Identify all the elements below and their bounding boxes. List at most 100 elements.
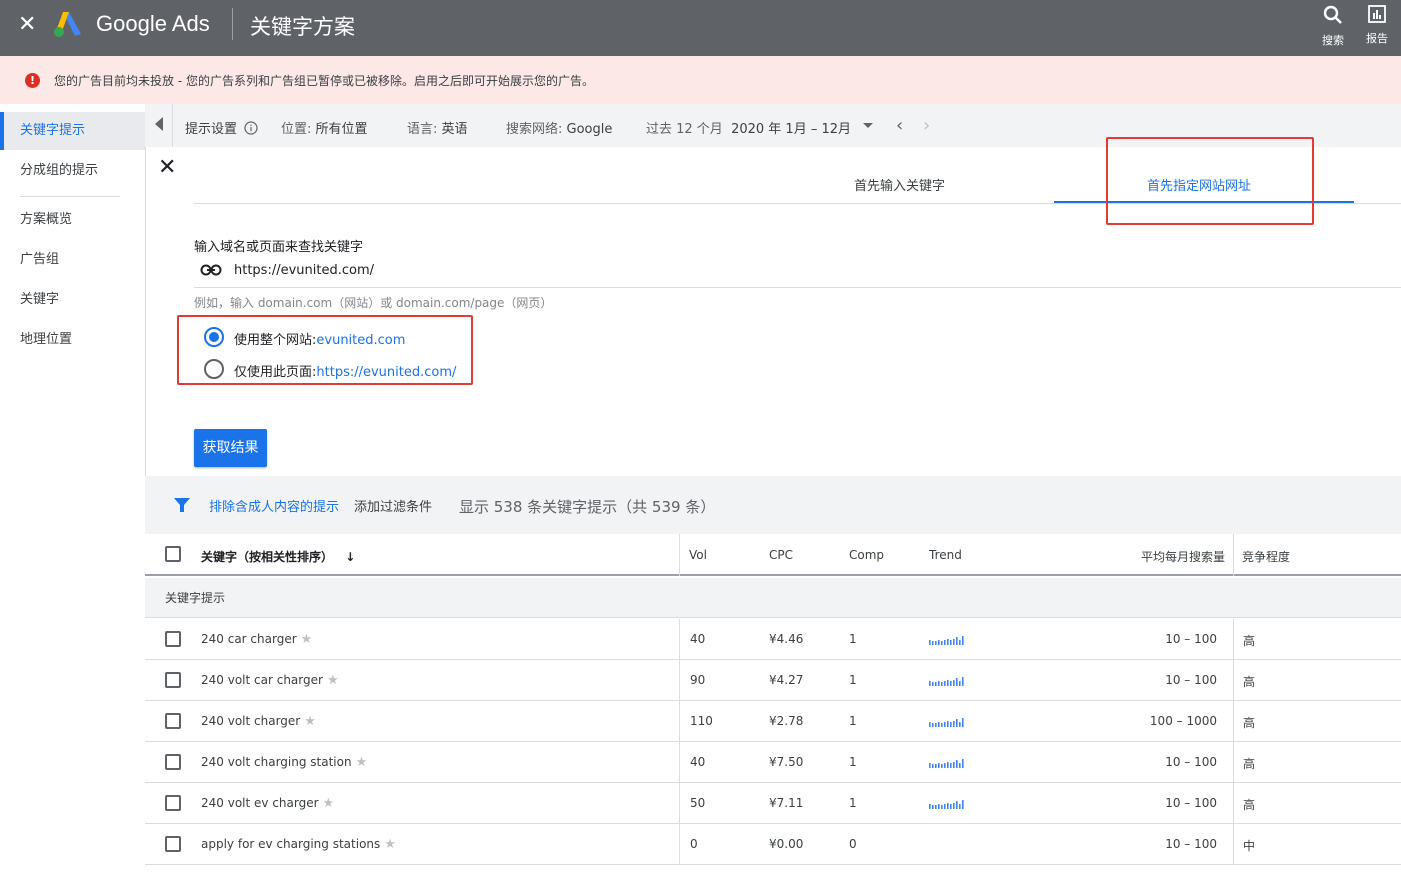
table-row[interactable]: 240 volt charger ★ 110 ¥2.78 1 100 – 1000… (145, 701, 1401, 742)
vol-cell: 50 (690, 796, 706, 810)
vol-cell: 110 (690, 714, 713, 728)
network-filter[interactable]: 搜索网络: Google (506, 118, 612, 137)
google-ads-logo (54, 12, 81, 37)
radio-whole-site-label[interactable]: 使用整个网站:evunited.com (234, 329, 405, 348)
report-button[interactable]: 报告 (1357, 4, 1397, 46)
chevron-down-icon[interactable] (863, 123, 873, 128)
row-checkbox[interactable] (165, 754, 181, 770)
tab-keywords-first[interactable]: 首先输入关键字 (854, 175, 945, 194)
sort-arrow-icon: ↓ (345, 550, 356, 564)
cpc-cell: ¥4.27 (769, 673, 804, 687)
radio-this-page[interactable] (204, 359, 224, 379)
settings-label[interactable]: 提示设置 (185, 118, 258, 137)
radio-whole-site[interactable] (204, 327, 224, 347)
column-divider (679, 824, 680, 865)
trend-bar (947, 639, 949, 645)
table-row[interactable]: 240 volt car charger ★ 90 ¥4.27 1 10 – 10… (145, 660, 1401, 701)
column-divider (1233, 619, 1234, 660)
radio-this-page-label[interactable]: 仅使用此页面:https://evunited.com/ (234, 361, 456, 380)
row-checkbox[interactable] (165, 672, 181, 688)
avg-monthly-cell: 10 – 100 (1165, 632, 1217, 646)
star-icon[interactable]: ★ (304, 714, 316, 729)
trend-bar (929, 804, 931, 809)
url-input[interactable]: https://evunited.com/ (194, 253, 1401, 288)
row-checkbox[interactable] (165, 795, 181, 811)
table-row[interactable]: apply for ev charging stations ★ 0 ¥0.00 … (145, 824, 1401, 865)
sidebar-item-locations[interactable]: 地理位置 (0, 321, 145, 359)
trend-bar (944, 763, 946, 768)
language-filter[interactable]: 语言: 英语 (407, 118, 468, 137)
collapse-sidebar-button[interactable] (145, 104, 173, 147)
competition-cell: 中 (1243, 839, 1256, 853)
trend-bar (962, 759, 964, 768)
trend-bar (938, 681, 940, 686)
trend-bar (950, 640, 952, 645)
trend-bar (935, 764, 937, 768)
trend-bar (941, 805, 943, 809)
star-icon[interactable]: ★ (301, 632, 313, 647)
star-icon[interactable]: ★ (384, 837, 396, 852)
add-filter-button[interactable]: 添加过滤条件 (354, 496, 432, 515)
column-divider (1233, 701, 1234, 742)
sidebar-divider (20, 196, 120, 197)
location-filter[interactable]: 位置: 所有位置 (281, 118, 368, 137)
column-cpc[interactable]: CPC (769, 548, 793, 562)
header-divider (232, 8, 233, 40)
sidebar-item-keyword-ideas[interactable]: 关键字提示 (0, 112, 145, 150)
trend-bar (947, 721, 949, 727)
trend-bar (935, 641, 937, 645)
sidebar-item-keywords[interactable]: 关键字 (0, 281, 145, 319)
trend-bar (947, 762, 949, 768)
trend-bar (947, 680, 949, 686)
trend-bar (953, 803, 955, 809)
search-button[interactable]: 搜索 (1313, 4, 1353, 48)
trend-bar (938, 763, 940, 768)
date-range-filter[interactable]: 过去 12 个月 2020 年 1月 – 12月 (646, 118, 851, 137)
select-all-checkbox[interactable] (165, 546, 181, 562)
row-checkbox[interactable] (165, 631, 181, 647)
trend-bar (962, 636, 964, 645)
row-checkbox[interactable] (165, 836, 181, 852)
row-checkbox[interactable] (165, 713, 181, 729)
column-competition[interactable]: 竞争程度 (1242, 548, 1290, 565)
trend-bar (956, 801, 958, 809)
trend-bar (959, 681, 961, 686)
star-icon[interactable]: ★ (327, 673, 339, 688)
trend-sparkline (929, 759, 964, 768)
column-divider (679, 701, 680, 742)
column-avg-monthly[interactable]: 平均每月搜索量 (1141, 548, 1225, 565)
sidebar-item-plan-overview[interactable]: 方案概览 (0, 201, 145, 239)
trend-sparkline (929, 718, 964, 727)
trend-bar (962, 800, 964, 809)
table-row[interactable]: 240 volt charging station ★ 40 ¥7.50 1 10… (145, 742, 1401, 783)
trend-sparkline (929, 800, 964, 809)
column-trend[interactable]: Trend (929, 548, 962, 562)
next-period-icon[interactable]: › (923, 115, 930, 136)
filter-icon[interactable] (173, 496, 191, 514)
comp-cell: 1 (849, 796, 857, 810)
close-card-icon[interactable]: ✕ (158, 155, 176, 180)
avg-monthly-cell: 10 – 100 (1165, 796, 1217, 810)
results-summary: 显示 538 条关键字提示（共 539 条） (459, 498, 716, 516)
close-icon[interactable]: ✕ (18, 14, 36, 36)
sidebar-item-grouped-ideas[interactable]: 分成组的提示 (0, 152, 145, 190)
adult-filter-chip[interactable]: 排除含成人内容的提示 (209, 496, 339, 515)
column-comp[interactable]: Comp (849, 548, 884, 562)
cpc-cell: ¥0.00 (769, 837, 804, 851)
trend-bar (935, 682, 937, 686)
sidebar-item-ad-groups[interactable]: 广告组 (0, 241, 145, 279)
table-row[interactable]: 240 car charger ★ 40 ¥4.46 1 10 – 100 高 (145, 619, 1401, 660)
column-keyword[interactable]: 关键字（按相关性排序） ↓ (201, 548, 355, 565)
star-icon[interactable]: ★ (356, 755, 368, 770)
trend-sparkline (929, 677, 964, 686)
table-row[interactable]: 240 volt ev charger ★ 50 ¥7.11 1 10 – 100… (145, 783, 1401, 824)
prev-period-icon[interactable]: ‹ (896, 115, 903, 136)
star-icon[interactable]: ★ (323, 796, 335, 811)
get-results-button[interactable]: 获取结果 (194, 429, 267, 467)
comp-cell: 1 (849, 714, 857, 728)
trend-bar (953, 639, 955, 645)
trend-bar (929, 681, 931, 686)
annotation-box-tab (1106, 137, 1314, 225)
column-vol[interactable]: Vol (689, 548, 707, 562)
app-header: ✕ Google Ads 关键字方案 搜索 报告 (0, 0, 1401, 56)
